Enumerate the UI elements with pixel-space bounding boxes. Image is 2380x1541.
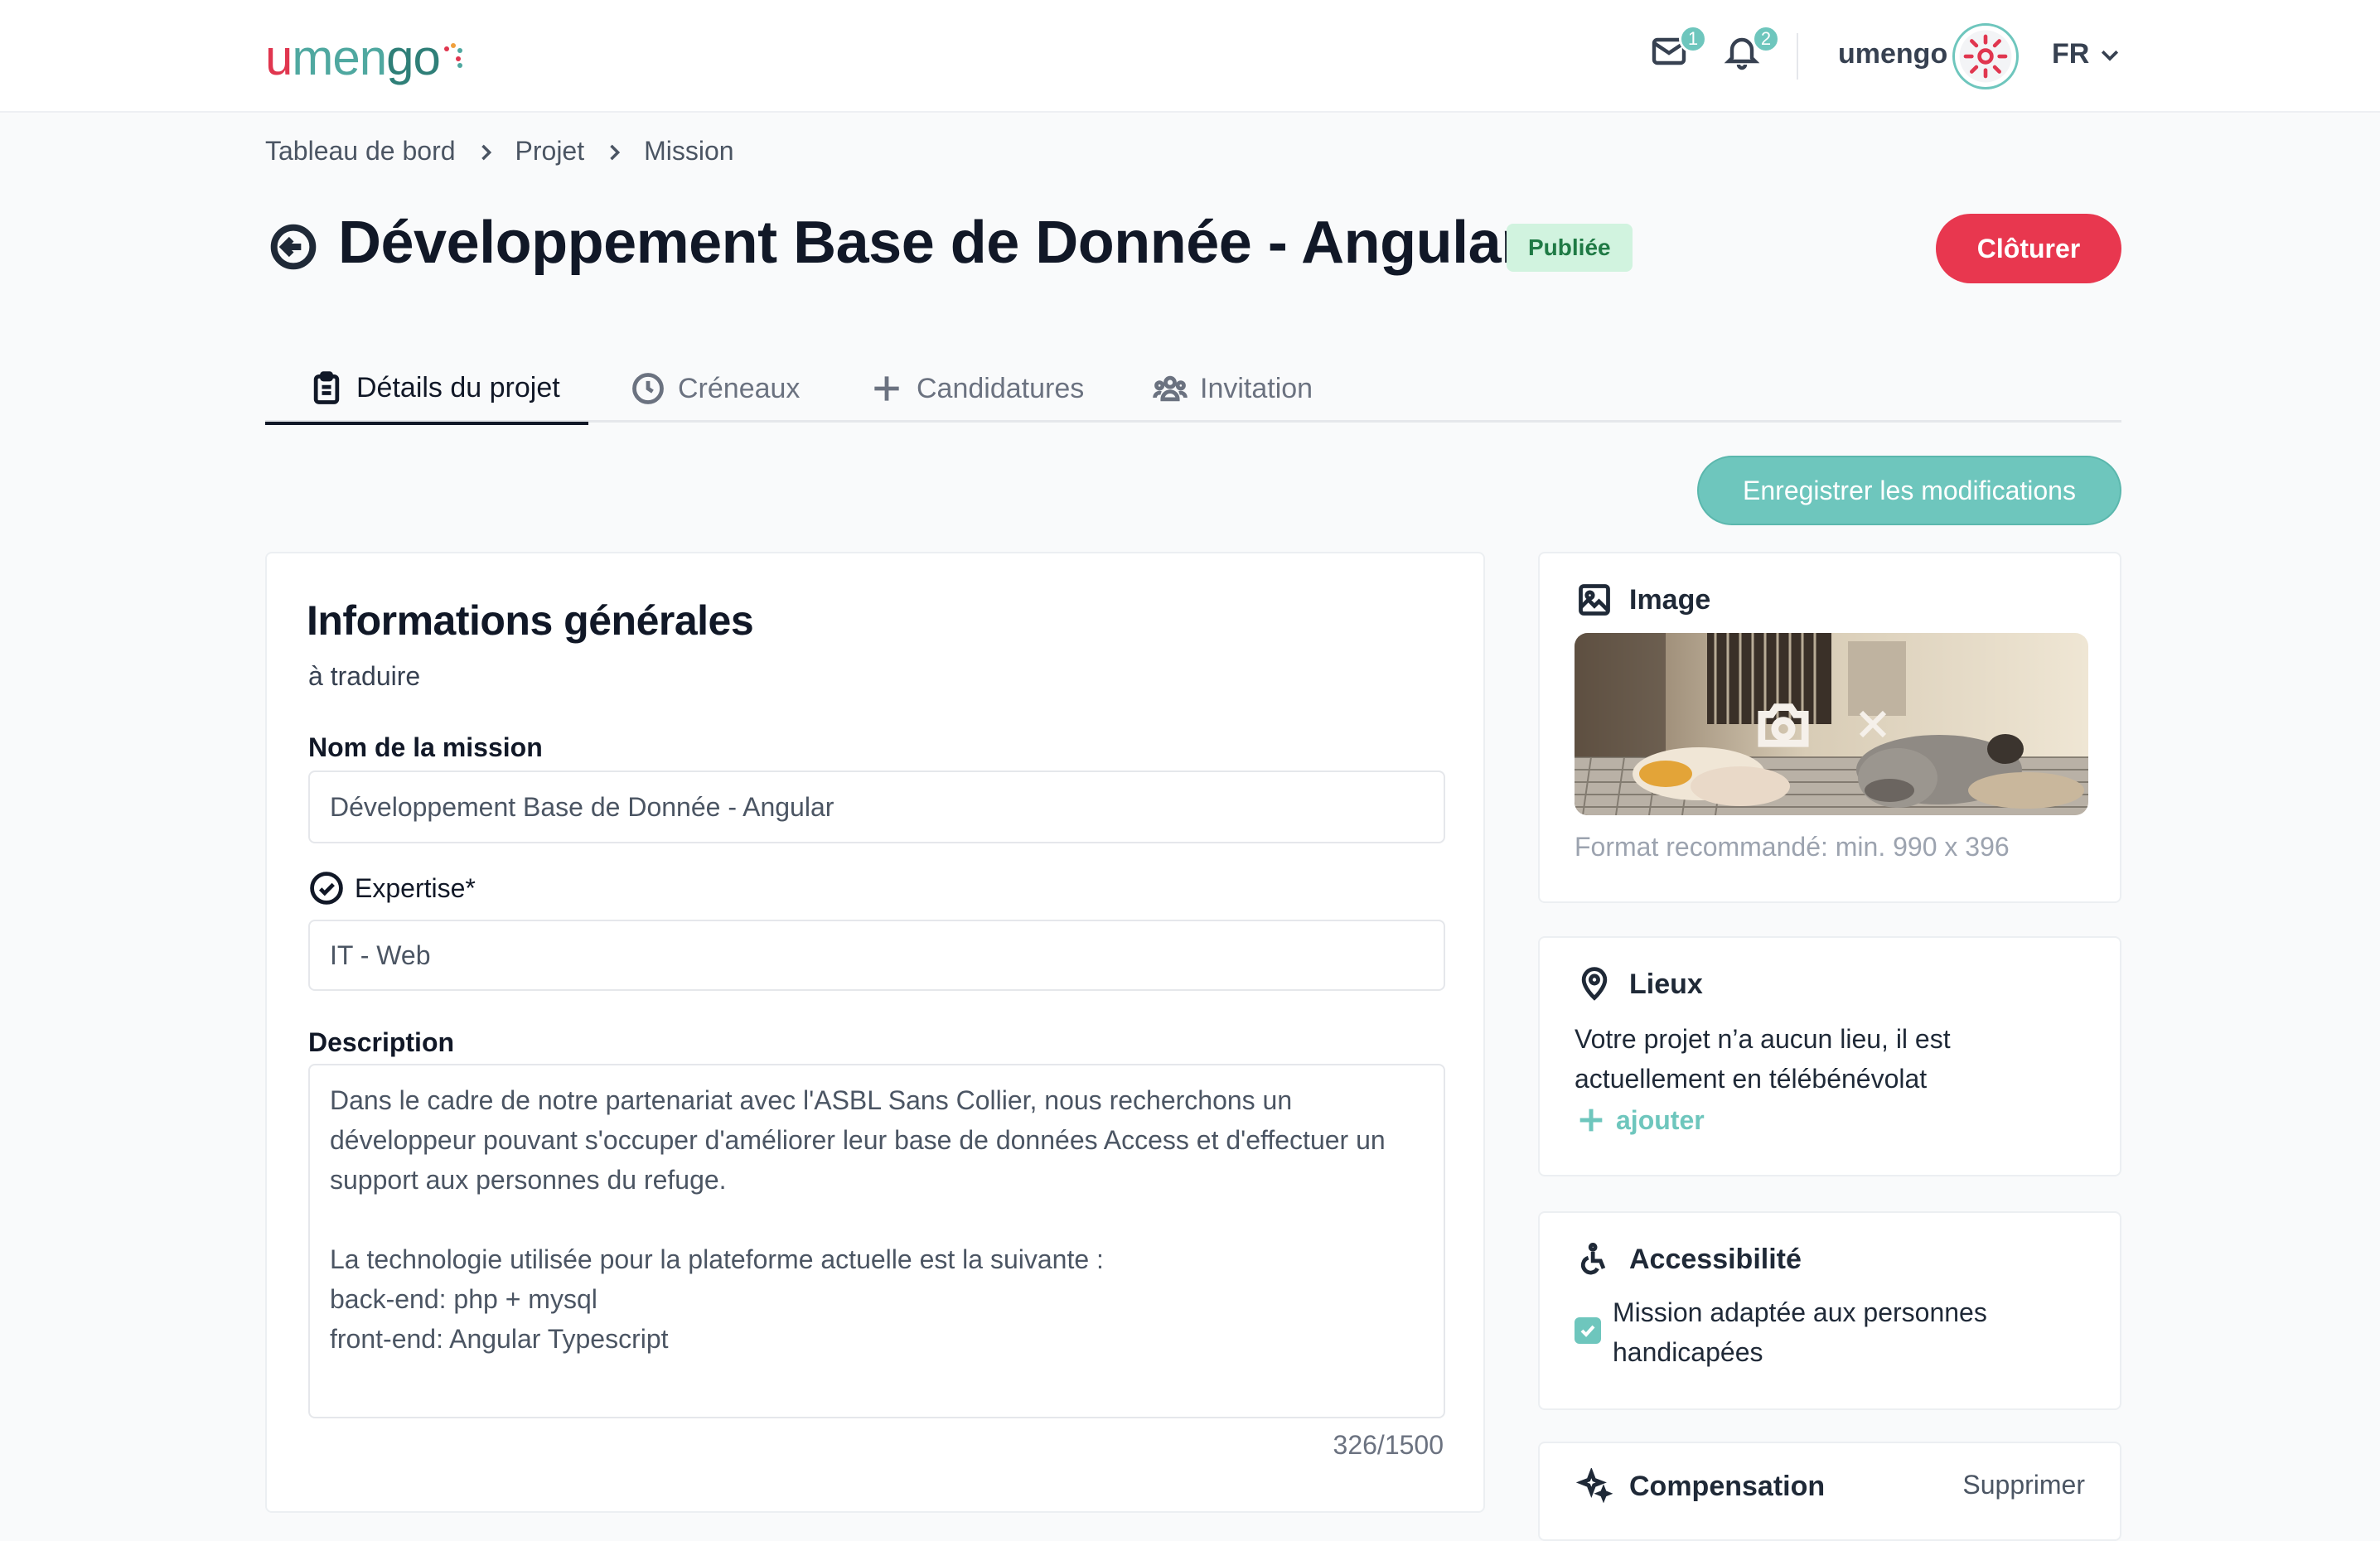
user-name[interactable]: umengo xyxy=(1838,38,1947,70)
chevron-right-icon xyxy=(602,140,626,163)
delete-compensation-link[interactable]: Supprimer xyxy=(1962,1470,2085,1500)
messages-count-badge: 1 xyxy=(1679,25,1707,53)
users-icon xyxy=(1153,375,1188,402)
general-info-subtitle: à traduire xyxy=(308,661,421,691)
accessibility-card-header: Accessibilité xyxy=(1576,1241,1802,1278)
back-button[interactable] xyxy=(270,224,317,270)
accessibility-checkbox[interactable] xyxy=(1575,1317,1601,1344)
dog-photo xyxy=(1575,633,2088,815)
logo-text: umengo xyxy=(265,29,441,85)
notifications-count-badge: 2 xyxy=(1752,25,1780,53)
tab-applications[interactable]: Candidatures xyxy=(868,355,1084,423)
description-label: Description xyxy=(308,1027,455,1057)
places-empty-text: Votre projet n’a aucun lieu, il est actu… xyxy=(1575,1024,1951,1094)
image-format-hint: Format recommandé: min. 990 x 396 xyxy=(1575,832,2010,862)
avatar[interactable] xyxy=(1952,23,2019,89)
change-image-button[interactable] xyxy=(1754,698,1813,755)
arrow-left-circle-icon xyxy=(270,224,317,270)
breadcrumb-project[interactable]: Projet xyxy=(515,136,585,167)
breadcrumb-dashboard[interactable]: Tableau de bord xyxy=(265,136,456,167)
breadcrumb: Tableau de bord Projet Mission xyxy=(265,136,734,167)
clock-icon xyxy=(632,373,664,404)
chevron-right-icon xyxy=(474,140,497,163)
map-pin-icon xyxy=(1581,967,1608,1001)
language-label: FR xyxy=(2052,38,2090,70)
check-icon xyxy=(1580,1325,1595,1337)
status-badge: Publiée xyxy=(1507,224,1633,272)
general-info-title: Informations générales xyxy=(307,597,754,644)
compensation-card: Compensation Supprimer xyxy=(1538,1442,2121,1541)
accessibility-card: Accessibilité Mission adaptée aux person… xyxy=(1538,1211,2121,1410)
description-textarea[interactable]: Dans le cadre de notre partenariat avec … xyxy=(308,1064,1445,1418)
tab-bar: Détails du projet Créneaux Candidatures … xyxy=(265,355,2121,425)
compensation-card-header: Compensation xyxy=(1576,1468,1825,1505)
image-icon xyxy=(1579,584,1610,616)
close-icon xyxy=(1859,710,1887,738)
expertise-select[interactable]: IT - Web xyxy=(308,920,1445,991)
check-badge-icon xyxy=(310,872,343,905)
tab-label: Détails du projet xyxy=(356,372,560,403)
save-changes-button[interactable]: Enregistrer les modifications xyxy=(1697,456,2121,525)
expertise-label: Expertise* xyxy=(308,870,476,906)
header-divider xyxy=(1797,33,1798,80)
tab-label: Candidatures xyxy=(917,372,1085,404)
places-card: Lieux Votre projet n’a aucun lieu, il es… xyxy=(1538,936,2121,1176)
image-card-header: Image xyxy=(1576,582,1710,618)
avatar-logo-icon xyxy=(1959,30,2012,83)
tab-slots[interactable]: Créneaux xyxy=(630,355,800,423)
clipboard-icon xyxy=(313,370,340,404)
mission-name-input[interactable]: Développement Base de Donnée - Angular xyxy=(308,770,1445,843)
wheelchair-icon xyxy=(1580,1243,1606,1275)
tab-label: Invitation xyxy=(1200,372,1313,404)
tab-project-details[interactable]: Détails du projet xyxy=(265,355,588,425)
camera-icon xyxy=(1758,703,1809,747)
messages-button[interactable]: 1 xyxy=(1649,25,1707,78)
chevron-down-icon xyxy=(2102,50,2119,61)
page-title: Développement Base de Donnée - Angular xyxy=(338,210,1524,276)
accessibility-checkbox-label[interactable]: Mission adaptée aux personnes handicapée… xyxy=(1613,1292,2077,1372)
tab-label: Créneaux xyxy=(678,372,801,404)
plus-icon xyxy=(874,376,899,401)
tab-invitation[interactable]: Invitation xyxy=(1152,355,1313,423)
image-card: Image Format recommandé: min. 990 x 396 xyxy=(1538,552,2121,903)
mission-name-label: Nom de la mission xyxy=(308,732,543,762)
remove-image-button[interactable] xyxy=(1853,704,1893,748)
breadcrumb-mission[interactable]: Mission xyxy=(644,136,733,167)
top-bar: umengo 1 2 umengo FR xyxy=(0,0,2380,113)
language-selector[interactable]: FR xyxy=(2052,38,2122,70)
sparkles-icon xyxy=(1576,1468,1613,1504)
logo-sparkle-icon xyxy=(443,43,462,68)
notifications-button[interactable]: 2 xyxy=(1722,25,1780,78)
add-place-link[interactable]: ajouter xyxy=(1575,1104,1705,1137)
close-mission-button[interactable]: Clôturer xyxy=(1936,214,2121,283)
general-info-card: Informations générales à traduire Nom de… xyxy=(265,552,1485,1513)
description-counter: 326/1500 xyxy=(1333,1430,1444,1460)
plus-icon xyxy=(1579,1109,1603,1132)
umengo-logo[interactable]: umengo xyxy=(265,28,465,86)
places-card-header: Lieux xyxy=(1576,966,1703,1002)
mission-image xyxy=(1575,633,2088,815)
